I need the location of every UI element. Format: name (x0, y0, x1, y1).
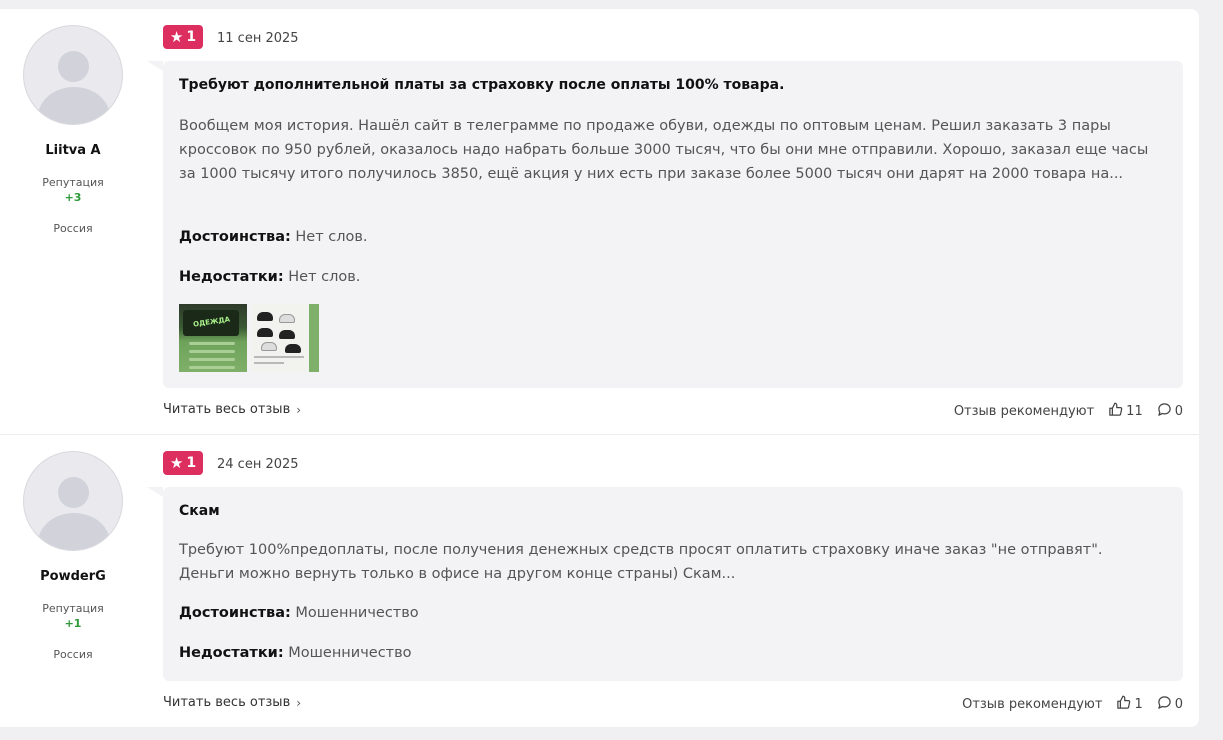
review-image-thumbnail[interactable]: ОДЕЖДА (179, 304, 247, 372)
review-title[interactable]: Скам (179, 503, 220, 519)
review-body: Требуют дополнительной платы за страховк… (147, 61, 1183, 388)
review-body: Скам Требуют 100%предоплаты, после получ… (147, 487, 1183, 681)
avatar[interactable] (23, 451, 123, 551)
pros-value: Мошенничество (295, 605, 419, 621)
cons-label: Недостатки: (179, 269, 284, 285)
reputation-value: +1 (64, 617, 82, 630)
recommend-label: Отзыв рекомендуют (953, 404, 1095, 419)
pros-label: Достоинства: (179, 229, 291, 245)
cons-value: Мошенничество (288, 645, 412, 661)
read-more-label: Читать весь отзыв (163, 695, 291, 710)
review-card: PowderG Репутация +1 Россия ★ 1 24 сен 2… (0, 435, 1199, 727)
review-actions: Отзыв рекомендуют 11 0 (954, 402, 1183, 421)
rating-badge: ★ 1 (163, 451, 203, 475)
review-images: ОДЕЖДА (179, 304, 319, 372)
avatar[interactable] (23, 25, 123, 125)
review-cons: Недостатки: Нет слов. (179, 269, 360, 285)
review-author: PowderG Репутация +1 Россия (0, 435, 146, 661)
thumbnail-sneaker (285, 344, 301, 353)
review-card: Liitva A Репутация +3 Россия ★ 1 11 сен … (0, 9, 1199, 435)
thumbnail-menu-line (189, 358, 235, 361)
review-actions: Отзыв рекомендуют 1 0 (962, 695, 1183, 714)
avatar-head (58, 477, 89, 508)
review-date: 11 сен 2025 (217, 31, 299, 46)
likes-count: 11 (1126, 404, 1143, 419)
review-pros: Достоинства: Нет слов. (179, 229, 368, 245)
comments-count: 0 (1174, 697, 1183, 712)
read-more-link[interactable]: Читать весь отзыв › (163, 695, 301, 710)
review-text: Вообщем моя история. Нашёл сайт в телегр… (179, 118, 1149, 182)
comment-icon[interactable] (1157, 695, 1172, 714)
thumbnail-menu-line (189, 350, 235, 353)
avatar-body (38, 513, 110, 550)
pros-label: Достоинства: (179, 605, 291, 621)
author-country: Россия (53, 648, 93, 661)
thumbnail-caption-line (254, 356, 304, 358)
thumbnail-sneaker (261, 342, 277, 351)
review-author: Liitva A Репутация +3 Россия (0, 9, 146, 235)
thumbnail-sneaker (279, 330, 295, 339)
cons-label: Недостатки: (179, 645, 284, 661)
review-title[interactable]: Требуют дополнительной платы за страховк… (179, 77, 784, 93)
cons-value: Нет слов. (288, 269, 361, 285)
reputation-value: +3 (64, 191, 82, 204)
author-name[interactable]: PowderG (0, 569, 146, 584)
reputation-label: Репутация (42, 602, 104, 615)
review-date: 24 сен 2025 (217, 457, 299, 472)
thumbs-up-icon[interactable] (1116, 695, 1131, 714)
likes-count: 1 (1134, 697, 1143, 712)
thumbnail-menu-line (189, 366, 235, 369)
thumbnail-sneaker (257, 328, 273, 337)
thumbnail-sneaker (279, 314, 295, 323)
author-country: Россия (53, 222, 93, 235)
reviews-list: Liitva A Репутация +3 Россия ★ 1 11 сен … (0, 9, 1199, 727)
rating-value: 1 (186, 455, 197, 471)
pros-value: Нет слов. (295, 229, 368, 245)
thumbs-up-icon[interactable] (1108, 402, 1123, 421)
star-icon: ★ (169, 27, 184, 46)
review-pros: Достоинства: Мошенничество (179, 605, 419, 621)
thumbnail-side-panel (309, 304, 319, 372)
avatar-body (38, 87, 110, 124)
author-name[interactable]: Liitva A (0, 143, 146, 158)
recommend-label: Отзыв рекомендуют (962, 697, 1103, 712)
star-icon: ★ (169, 453, 184, 472)
thumbnail-caption-line (254, 362, 284, 364)
read-more-link[interactable]: Читать весь отзыв › (163, 402, 301, 417)
rating-value: 1 (186, 29, 197, 45)
chevron-right-icon: › (296, 695, 302, 710)
comment-icon[interactable] (1157, 402, 1172, 421)
avatar-head (58, 51, 89, 82)
reputation-label: Репутация (42, 176, 104, 189)
review-text: Требуют 100%предоплаты, после получения … (179, 542, 1103, 582)
review-cons: Недостатки: Мошенничество (179, 645, 412, 661)
comments-count: 0 (1174, 404, 1183, 419)
chevron-right-icon: › (296, 402, 302, 417)
rating-badge: ★ 1 (163, 25, 203, 49)
review-image-thumbnail[interactable] (251, 304, 319, 372)
thumbnail-menu-line (189, 342, 235, 345)
read-more-label: Читать весь отзыв (163, 402, 291, 417)
thumbnail-sneaker (257, 312, 273, 321)
